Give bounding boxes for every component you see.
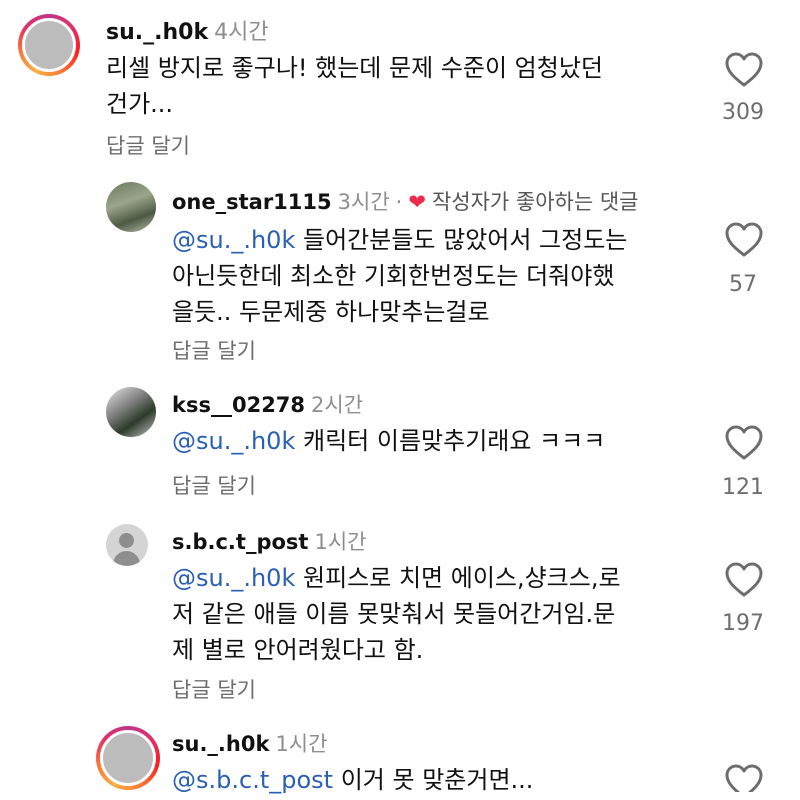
mention-link[interactable]: @su._.h0k — [172, 564, 295, 592]
heart-outline-icon — [725, 222, 763, 257]
comment-text: @su._.h0k 원피스로 치면 에이스,샹크스,로 저 같은 애들 이름 못… — [172, 560, 621, 668]
mention-link[interactable]: @s.b.c.t_post — [172, 766, 333, 794]
comment-text-line: 건가... — [106, 90, 174, 118]
comment-text: 리셀 방지로 좋구나! 했는데 문제 수준이 엄청났던 건가... — [106, 50, 603, 122]
comment-text-line: @su._.h0k 들어간분들도 많았어서 그정도는 — [172, 226, 628, 254]
comment-text-line: 을듯.. 두문제중 하나맞추는걸로 — [172, 298, 490, 326]
timestamp: 3시간 — [337, 190, 390, 214]
username[interactable]: kss__02278 — [172, 393, 305, 417]
like-count: 197 — [722, 611, 764, 636]
username[interactable]: s.b.c.t_post — [172, 530, 308, 554]
comment-1: su._.h0k 4시간 리셀 방지로 좋구나! 했는데 문제 수준이 엄청났던 … — [0, 0, 800, 170]
avatar-story-ring[interactable] — [96, 726, 160, 790]
avatar[interactable] — [106, 524, 148, 566]
like-button[interactable] — [724, 562, 764, 598]
mention-link[interactable]: @su._.h0k — [172, 226, 295, 254]
heart-outline-icon — [725, 425, 763, 460]
username[interactable]: su._.h0k — [106, 20, 208, 45]
comment-3: kss__02278 2시간 @su._.h0k 캐릭터 이름맞추기래요 ㅋㅋㅋ … — [0, 375, 800, 510]
comment-4: s.b.c.t_post 1시간 @su._.h0k 원피스로 치면 에이스,샹크… — [0, 512, 800, 712]
mention-link[interactable]: @su._.h0k — [172, 427, 295, 455]
avatar — [100, 730, 156, 786]
comment-text: @s.b.c.t_post 이거 못 맞춘거면... — [172, 762, 533, 798]
timestamp: 4시간 — [214, 20, 269, 45]
reply-button[interactable]: 답글 달기 — [106, 130, 190, 160]
comment-5: su._.h0k 1시간 @s.b.c.t_post 이거 못 맞춘거면... — [0, 712, 800, 800]
like-count: 121 — [722, 475, 764, 500]
reply-button[interactable]: 답글 달기 — [172, 470, 256, 500]
username[interactable]: su._.h0k — [172, 732, 269, 756]
heart-outline-icon — [725, 52, 763, 87]
reply-button[interactable]: 답글 달기 — [172, 674, 256, 704]
comment-text: @su._.h0k 캐릭터 이름맞추기래요 ㅋㅋㅋ — [172, 423, 605, 459]
comment-text-line: 저 같은 애들 이름 못맞춰서 못들어간거임.문 — [172, 600, 616, 628]
author-liked-badge: · ❤ 작성자가 좋아하는 댓글 — [395, 190, 639, 214]
reply-button[interactable]: 답글 달기 — [172, 335, 256, 365]
username[interactable]: one_star1115 — [172, 190, 332, 214]
heart-outline-icon — [725, 764, 763, 792]
comment-text-line: @su._.h0k 원피스로 치면 에이스,샹크스,로 — [172, 564, 621, 592]
comment-text: @su._.h0k 들어간분들도 많았어서 그정도는 아닌듯한데 최소한 기회한… — [172, 222, 627, 330]
timestamp: 1시간 — [314, 530, 367, 554]
like-button[interactable] — [724, 425, 764, 461]
comment-text-line: 리셀 방지로 좋구나! 했는데 문제 수준이 엄청났던 — [106, 54, 603, 82]
comment-text-line: @s.b.c.t_post 이거 못 맞춘거면... — [172, 766, 534, 794]
avatar[interactable] — [106, 387, 156, 437]
like-count: 57 — [729, 272, 757, 297]
like-count: 309 — [722, 100, 764, 125]
comment-2: one_star1115 3시간 · ❤ 작성자가 좋아하는 댓글 @su._.h0k … — [0, 170, 800, 370]
timestamp: 2시간 — [311, 393, 364, 417]
comment-text-line: 아닌듯한데 최소한 기회한번정도는 더줘야했 — [172, 262, 615, 290]
timestamp: 1시간 — [275, 732, 328, 756]
person-icon — [119, 533, 134, 548]
avatar[interactable] — [106, 182, 156, 232]
heart-filled-icon: ❤ — [408, 190, 426, 214]
avatar-story-ring[interactable] — [18, 14, 80, 76]
comment-text-line: @su._.h0k 캐릭터 이름맞추기래요 ㅋㅋㅋ — [172, 427, 606, 455]
like-button[interactable] — [724, 222, 764, 258]
heart-outline-icon — [725, 562, 763, 597]
like-button[interactable] — [724, 52, 764, 88]
avatar — [22, 18, 76, 72]
comment-text-line: 제 별로 안어려웠다고 함. — [172, 636, 424, 664]
like-button[interactable] — [724, 764, 764, 792]
